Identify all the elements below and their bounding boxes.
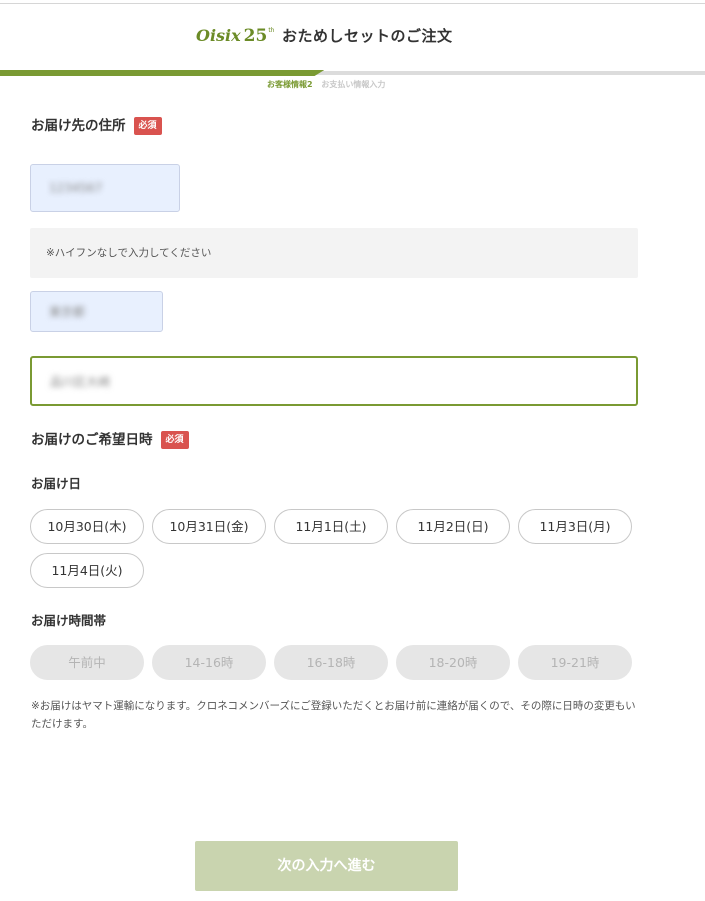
delivery-time-label: お届け時間帯	[31, 613, 107, 628]
oisix-logo[interactable]: Oisix 25 th	[196, 26, 274, 48]
required-badge: 必須	[133, 117, 162, 135]
logo-wordmark: Oisix	[196, 26, 241, 45]
delivery-section-title: お届けのご希望日時 必須	[31, 431, 189, 449]
street-address-input[interactable]	[32, 358, 636, 404]
postal-code-hint: ※ハイフンなしで入力してください	[30, 228, 638, 278]
prefecture-input[interactable]	[31, 292, 162, 331]
progress-fill	[0, 70, 325, 76]
step-payment-info: お支払い情報入力	[321, 80, 386, 89]
street-address-field[interactable]	[30, 356, 638, 406]
time-option[interactable]: 19-21時	[518, 645, 632, 680]
next-step-button[interactable]: 次の入力へ進む	[195, 841, 458, 891]
prefecture-field[interactable]	[30, 291, 163, 332]
date-option[interactable]: 11月1日(土)	[274, 509, 388, 544]
delivery-title-text: お届けのご希望日時	[31, 432, 153, 448]
date-option[interactable]: 11月2日(日)	[396, 509, 510, 544]
page-title: おためしセットのご注文	[282, 27, 453, 45]
date-option[interactable]: 10月31日(金)	[152, 509, 266, 544]
progress-steps: お客様情報2 お支払い情報入力	[267, 80, 385, 90]
time-option[interactable]: 16-18時	[274, 645, 388, 680]
postal-code-field[interactable]	[30, 164, 180, 212]
date-option[interactable]: 10月30日(木)	[30, 509, 144, 544]
logo-anniversary-number: 25	[243, 26, 268, 46]
address-section-title: お届け先の住所 必須	[31, 117, 162, 135]
postal-code-input[interactable]	[31, 165, 179, 211]
time-option[interactable]: 14-16時	[152, 645, 266, 680]
time-option[interactable]: 午前中	[30, 645, 144, 680]
date-option[interactable]: 11月4日(火)	[30, 553, 144, 588]
logo-anniversary-suffix: th	[268, 27, 275, 34]
delivery-note: ※お届けはヤマト運輸になります。クロネコメンバーズにご登録いただくとお届け前に連…	[31, 700, 636, 730]
delivery-date-label: お届け日	[31, 476, 82, 491]
required-badge: 必須	[160, 431, 189, 449]
step-customer-info: お客様情報2	[267, 80, 313, 89]
page-header: Oisix 25 th おためしセットのご注文	[0, 4, 705, 70]
time-option[interactable]: 18-20時	[396, 645, 510, 680]
date-option[interactable]: 11月3日(月)	[518, 509, 632, 544]
progress-bar	[0, 70, 705, 76]
address-title-text: お届け先の住所	[31, 118, 126, 134]
